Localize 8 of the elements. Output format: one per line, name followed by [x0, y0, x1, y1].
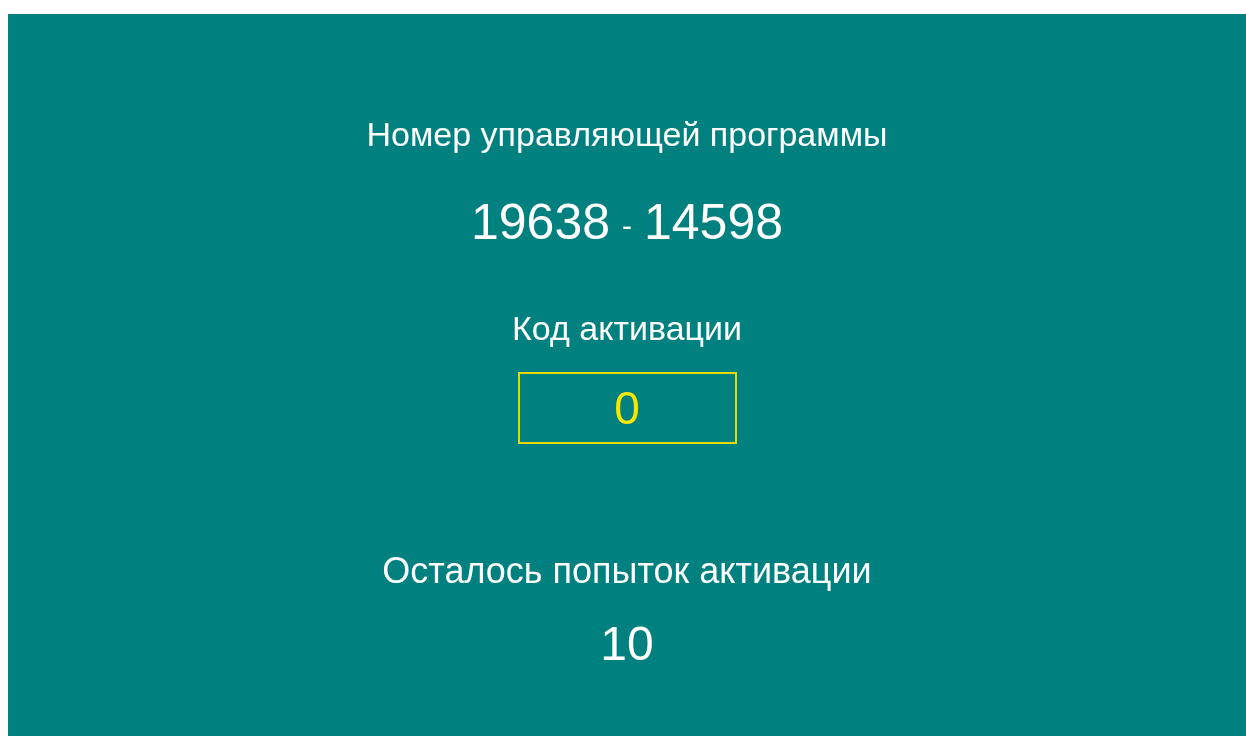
activation-code-field[interactable]: 0: [517, 372, 737, 444]
activation-code-label: Код активации: [512, 308, 742, 348]
attempts-count: 10: [600, 616, 654, 672]
program-number: 14598: [644, 194, 784, 250]
program-number-label: Номер управляющей программы: [366, 114, 888, 154]
separator: -: [622, 208, 632, 244]
attempts-label: Осталось попыток активации: [382, 550, 872, 592]
program-number: 19638: [470, 194, 610, 250]
